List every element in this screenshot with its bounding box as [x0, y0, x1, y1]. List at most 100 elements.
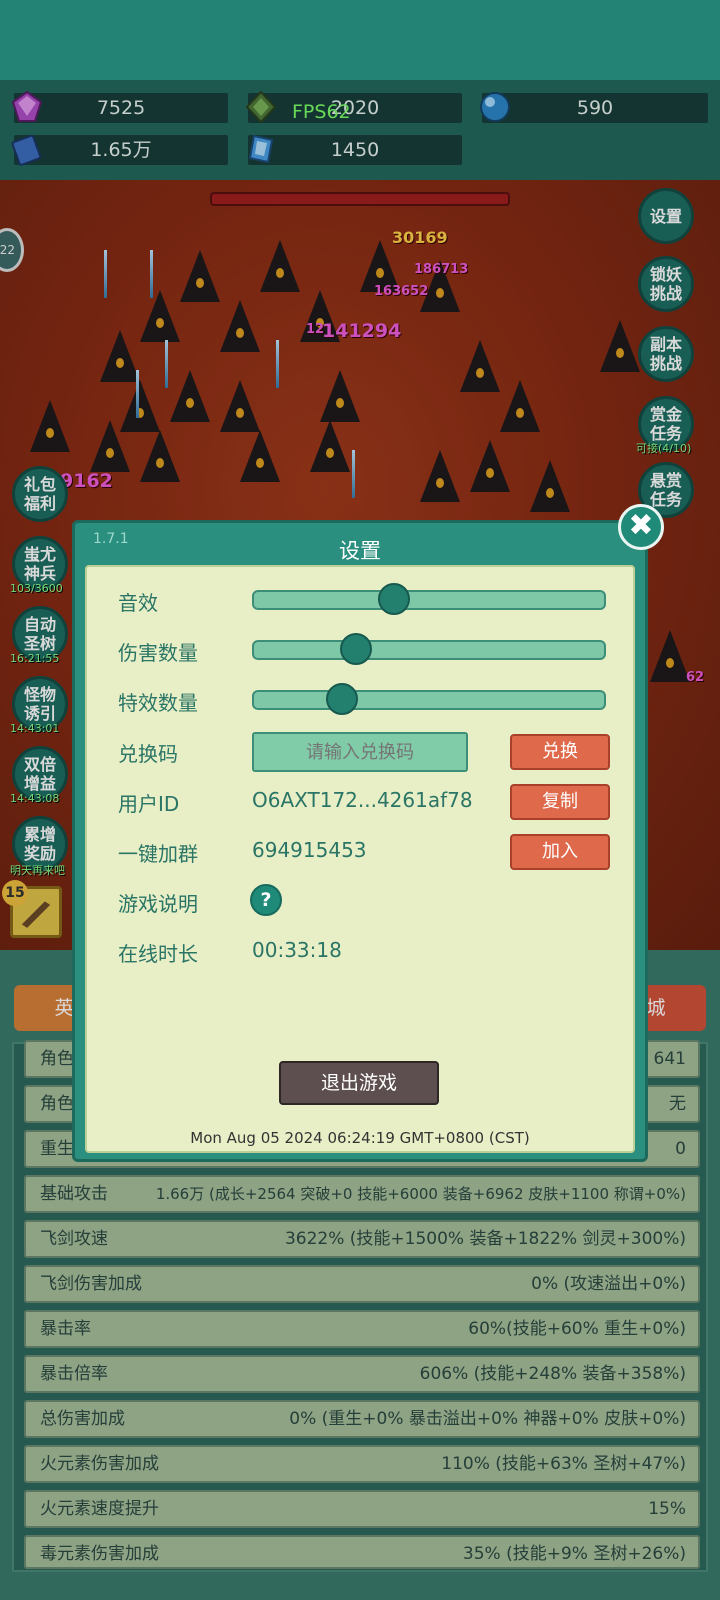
- stat-row: 总伤害加成 0% (重生+0% 暴击溢出+0% 神器+0% 皮肤+0%): [24, 1400, 700, 1438]
- damage-number: 30169: [392, 228, 448, 247]
- purple-gem-icon: [11, 90, 43, 122]
- monster: [220, 300, 260, 352]
- monster: [90, 420, 130, 472]
- monster: [240, 430, 280, 482]
- join-button-label: 加入: [542, 841, 578, 862]
- flying-sword: [136, 370, 139, 418]
- current-datetime: Mon Aug 05 2024 06:24:19 GMT+0800 (CST): [190, 1129, 530, 1147]
- flying-sword: [352, 450, 355, 498]
- monster: [530, 460, 570, 512]
- demon-lock-label: 锁妖 挑战: [649, 265, 682, 303]
- level-badge: 15: [2, 880, 28, 906]
- close-button[interactable]: ✖: [618, 504, 664, 550]
- join-group-label: 一键加群: [118, 842, 198, 866]
- stat-row: 暴击倍率 606% (技能+248% 装备+358%): [24, 1355, 700, 1393]
- effect-count-slider-knob[interactable]: [325, 683, 358, 715]
- blue-crystal-icon: [248, 134, 274, 164]
- group-number-value: 694915453: [252, 838, 367, 862]
- monster: [260, 240, 300, 292]
- online-time-label: 在线时长: [118, 942, 198, 966]
- auto-tree-timer: 16:21:55: [10, 652, 60, 665]
- stat-row: 飞剑伤害加成 0% (攻速溢出+0%): [24, 1265, 700, 1303]
- stat-label: 总伤害加成: [40, 1409, 125, 1429]
- user-id-label: 用户ID: [118, 792, 180, 816]
- auto-tree-label: 自动 圣树: [23, 615, 56, 653]
- join-button[interactable]: 加入: [510, 834, 610, 870]
- redeem-button-label: 兑换: [542, 741, 578, 762]
- green-gem-icon: [245, 90, 277, 124]
- exit-game-button[interactable]: 退出游戏: [279, 1061, 439, 1105]
- redeem-button[interactable]: 兑换: [510, 734, 610, 770]
- stat-row: 飞剑攻速 3622% (技能+1500% 装备+1822% 剑灵+300%): [24, 1220, 700, 1258]
- flying-sword: [165, 340, 168, 388]
- copy-button-label: 复制: [542, 791, 578, 812]
- effect-count-slider[interactable]: [252, 683, 606, 715]
- help-icon-glyph: ?: [260, 889, 272, 911]
- fps-counter: FPS62: [292, 101, 351, 123]
- dungeon-challenge-button[interactable]: 副本 挑战: [638, 326, 694, 382]
- gem-value: 7525: [96, 97, 146, 119]
- stat-label: 暴击倍率: [40, 1364, 108, 1384]
- stat-value: 无: [669, 1094, 686, 1114]
- game-guide-label: 游戏说明: [118, 892, 198, 916]
- reward-task-label: 悬赏 任务: [649, 471, 682, 509]
- damage-number: 62: [686, 670, 705, 685]
- stat-value: 60%(技能+60% 重生+0%): [468, 1319, 686, 1339]
- orb-counter: 590: [480, 92, 708, 123]
- stat-value: 0: [675, 1139, 686, 1159]
- stat-label: 角色: [40, 1094, 74, 1114]
- bounty-task-counter: 可接(4/10): [636, 442, 692, 455]
- stat-value: 15%: [648, 1499, 686, 1519]
- help-icon[interactable]: ?: [250, 884, 282, 916]
- sound-slider-knob[interactable]: [378, 583, 410, 615]
- orb-value: 590: [576, 97, 614, 119]
- stat-row: 暴击率 60%(技能+60% 重生+0%): [24, 1310, 700, 1348]
- monster: [600, 320, 640, 372]
- damage-count-label: 伤害数量: [118, 641, 198, 665]
- monster: [30, 400, 70, 452]
- stat-value: 1.66万 (成长+2564 突破+0 技能+6000 装备+6962 皮肤+1…: [155, 1185, 686, 1203]
- monster: [650, 630, 690, 682]
- stat-value: 0% (重生+0% 暴击溢出+0% 神器+0% 皮肤+0%): [289, 1409, 686, 1429]
- settings-button[interactable]: 设置: [638, 188, 694, 244]
- damage-number: 141294: [322, 320, 402, 342]
- stat-value: 0% (攻速溢出+0%): [531, 1274, 686, 1294]
- sound-slider[interactable]: [252, 583, 606, 615]
- stat-value: 110% (技能+63% 圣树+47%): [441, 1454, 686, 1474]
- stat-label: 毒元素伤害加成: [40, 1544, 159, 1564]
- monster: [470, 440, 510, 492]
- dungeon-label: 副本 挑战: [649, 335, 682, 373]
- crystal-value: 1450: [330, 139, 380, 161]
- damage-number: 186713: [414, 262, 469, 277]
- bounty-task-label: 赏金 任务: [649, 405, 682, 443]
- cumulative-reward-label: 累增 奖励: [23, 825, 56, 863]
- stat-label: 火元素速度提升: [40, 1499, 159, 1519]
- stat-label: 基础攻击: [40, 1184, 108, 1204]
- damage-count-slider[interactable]: [252, 633, 606, 665]
- demon-lock-challenge-button[interactable]: 锁妖 挑战: [638, 256, 694, 312]
- damage-count-slider-knob[interactable]: [339, 633, 372, 665]
- redeem-code-label: 兑换码: [118, 742, 178, 766]
- gift-welfare-button[interactable]: 礼包 福利: [12, 466, 68, 522]
- tab-shop-label: 城: [646, 997, 666, 1019]
- emerald-counter: 2020: [245, 90, 462, 124]
- damage-number: 12: [306, 322, 325, 337]
- flying-sword: [104, 250, 107, 298]
- effect-count-label: 特效数量: [118, 691, 198, 715]
- monster: [220, 380, 260, 432]
- copy-button[interactable]: 复制: [510, 784, 610, 820]
- book-value: 1.65万: [90, 139, 152, 161]
- stat-label: 暴击率: [40, 1319, 91, 1339]
- damage-number: 9162: [60, 470, 113, 492]
- blue-orb-icon: [480, 92, 510, 122]
- boss-health-bar: [210, 192, 510, 206]
- redeem-code-input[interactable]: [252, 732, 468, 772]
- monster: [100, 330, 140, 382]
- double-buff-timer: 14:43:08: [10, 792, 60, 805]
- stat-row: 毒元素伤害加成 35% (技能+9% 圣树+26%): [24, 1535, 700, 1569]
- monster: [500, 380, 540, 432]
- monster: [420, 450, 460, 502]
- stat-label: 角色: [40, 1049, 74, 1069]
- stat-label: 飞剑攻速: [40, 1229, 108, 1249]
- double-buff-label: 双倍 增益: [23, 755, 56, 793]
